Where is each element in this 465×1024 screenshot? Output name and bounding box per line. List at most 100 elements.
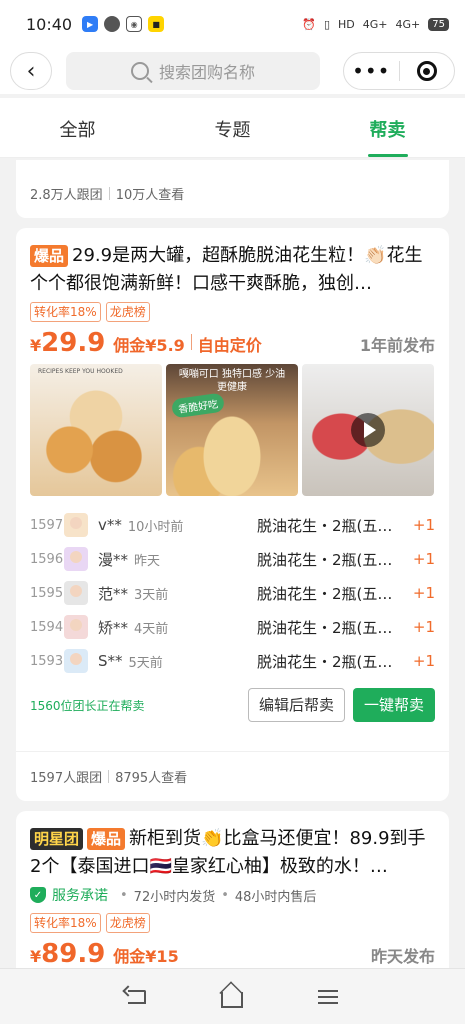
tab-topics[interactable]: 专题 [155, 98, 310, 157]
order-time: 5天前 [128, 655, 163, 671]
order-number: 1597 [30, 517, 64, 533]
more-options-button[interactable]: ••• [344, 59, 399, 83]
order-number: 1593 [30, 653, 64, 669]
back-button[interactable]: ‹ [10, 52, 52, 90]
commission: 佣金¥5.9 [113, 336, 185, 355]
price-row: ¥ 29.9 佣金¥5.9 自由定价 1年前发布 [16, 322, 449, 358]
home-nav-icon[interactable] [220, 991, 243, 1008]
edit-then-sell-button[interactable]: 编辑后帮卖 [247, 688, 345, 722]
order-row: 1597 v** 10小时前 脱油花生・2瓶(五… +1 [30, 508, 435, 542]
order-product: 脱油花生・2瓶(五… [257, 516, 393, 535]
publish-time: 1年前发布 [359, 336, 435, 355]
order-quantity: +1 [412, 584, 435, 602]
order-product: 脱油花生・2瓶(五… [257, 618, 393, 637]
card-stats: 1597人跟团 8795人查看 [16, 751, 449, 801]
image-2-pill: 香脆好吃 [170, 392, 226, 419]
order-list: 1597 v** 10小时前 脱油花生・2瓶(五… +1 1596 漫** 昨天… [16, 496, 449, 678]
menu-nav-icon[interactable] [317, 989, 338, 1004]
signal-1-indicator: 4G+ [362, 17, 388, 31]
currency-symbol: ¥ [30, 947, 42, 966]
order-quantity: +1 [412, 652, 435, 670]
alarm-icon: ⏰ [302, 17, 316, 31]
order-product: 脱油花生・2瓶(五… [257, 652, 393, 671]
product-image-1[interactable]: RECIPES KEEP YOU HOOKED [30, 364, 162, 496]
order-time: 10小时前 [127, 519, 184, 535]
buyer-name: 范** [98, 584, 129, 603]
one-click-sell-button[interactable]: 一键帮卖 [352, 688, 435, 722]
order-product: 脱油花生・2瓶(五… [257, 550, 393, 569]
tab-all[interactable]: 全部 [0, 98, 155, 157]
image-2-caption: 嘎嘣可口 独特口感 少油更健康 [178, 369, 286, 393]
avatar [64, 513, 88, 537]
group-card-previous[interactable]: 2.8万人跟团 10万人查看 [16, 160, 449, 218]
back-nav-icon[interactable] [127, 989, 146, 1004]
buyer-name: S** [98, 652, 123, 670]
stats-divider [108, 187, 110, 200]
card-stats: 2.8万人跟团 10万人查看 [16, 160, 449, 203]
pricing-mode: 自由定价 [197, 336, 262, 355]
order-quantity: +1 [412, 550, 435, 568]
order-number: 1594 [30, 619, 64, 635]
order-number: 1596 [30, 551, 64, 567]
close-mini-program-button[interactable] [399, 61, 454, 81]
buyer-name: 漫** [98, 550, 129, 569]
price-row: ¥ 89.9 佣金¥15 昨天发布 [16, 933, 449, 969]
camera-notification-icon: ◉ [126, 16, 143, 32]
star-group-badge: 明星团 [30, 828, 84, 850]
card-title[interactable]: 明星团 爆品 新柜到货👏比盒马还便宜！89.9到手2个【泰国进口🇹🇭皇家红心柚】极致… [16, 811, 449, 879]
group-card-peanuts[interactable]: 爆品 29.9是两大罐，超酥脆脱油花生粒！👏🏻花生个个都很饱满新鲜！口感干爽酥脆，… [16, 228, 449, 801]
conversion-rate-tag: 转化率18% [30, 302, 101, 322]
order-row: 1593 S** 5天前 脱油花生・2瓶(五… +1 [30, 644, 435, 678]
order-time: 3天前 [134, 587, 169, 603]
buyer-name: 矫** [98, 618, 129, 637]
views-count: 8795人查看 [115, 771, 188, 786]
status-bar: 10:40 ▶ ◉ ■ ⏰ ▯ HD 4G+ 4G+ 75 [0, 0, 465, 48]
system-nav-bar [0, 968, 465, 1024]
tab-help-sell[interactable]: 帮卖 [310, 98, 465, 157]
status-time: 10:40 [26, 14, 73, 34]
commission: 佣金¥15 [113, 947, 179, 966]
play-icon [351, 413, 385, 447]
target-icon [416, 61, 437, 81]
followers-count: 1597人跟团 [30, 771, 103, 786]
group-card-pomelo[interactable]: 明星团 爆品 新柜到货👏比盒马还便宜！89.9到手2个【泰国进口🇹🇭皇家红心柚】极致… [16, 811, 449, 981]
chat-notification-icon [104, 16, 121, 32]
stats-divider [108, 770, 110, 783]
order-quantity: +1 [412, 516, 435, 534]
price: 89.9 [41, 939, 106, 969]
order-time: 4天前 [134, 621, 169, 637]
product-video-thumbnail[interactable] [302, 364, 434, 496]
product-images: RECIPES KEEP YOU HOOKED 嘎嘣可口 独特口感 少油更健康 … [16, 356, 449, 496]
image-1-caption: RECIPES KEEP YOU HOOKED [38, 368, 123, 375]
top-bar: ‹ 搜索团购名称 ••• [0, 48, 465, 94]
sellers-count: 1560位团长正在帮卖 [30, 698, 145, 713]
card-title[interactable]: 爆品 29.9是两大罐，超酥脆脱油花生粒！👏🏻花生个个都很饱满新鲜！口感干爽酥脆，… [16, 228, 449, 298]
card-title-text: 29.9是两大罐，超酥脆脱油花生粒！👏🏻花生个个都很饱满新鲜！口感干爽酥脆，独创… [30, 245, 423, 294]
chevron-left-icon: ‹ [26, 58, 36, 84]
order-product: 脱油花生・2瓶(五… [257, 584, 393, 603]
shield-check-icon: ✓ [30, 887, 46, 903]
tag-list: 转化率18% 龙虎榜 [16, 905, 449, 933]
search-placeholder: 搜索团购名称 [158, 63, 255, 82]
product-image-2[interactable]: 嘎嘣可口 独特口感 少油更健康 香脆好吃 [166, 364, 298, 496]
signal-2-indicator: 4G+ [395, 17, 421, 31]
service-promise: ✓ 服务承诺 • 72小时内发货 • 48小时内售后 [16, 879, 449, 905]
leaderboard-tag: 龙虎榜 [105, 913, 150, 933]
tag-list: 转化率18% 龙虎榜 [16, 298, 449, 322]
order-number: 1595 [30, 585, 64, 601]
views-count: 10万人查看 [115, 188, 185, 203]
app-notification-icon: ▶ [82, 16, 99, 32]
price: 29.9 [41, 328, 106, 358]
hot-badge: 爆品 [87, 828, 126, 850]
service-label: 服务承诺 [52, 888, 108, 904]
battery-indicator: 75 [428, 17, 449, 31]
mini-program-capsule: ••• [343, 52, 455, 90]
search-input[interactable]: 搜索团购名称 [66, 52, 320, 90]
hd-indicator: HD [338, 17, 355, 31]
avatar [64, 547, 88, 571]
order-row: 1595 范** 3天前 脱油花生・2瓶(五… +1 [30, 576, 435, 610]
tab-bar: 全部 专题 帮卖 [0, 98, 465, 158]
avatar [64, 649, 88, 673]
vibrate-icon: ▯ [323, 17, 331, 31]
avatar [64, 615, 88, 639]
